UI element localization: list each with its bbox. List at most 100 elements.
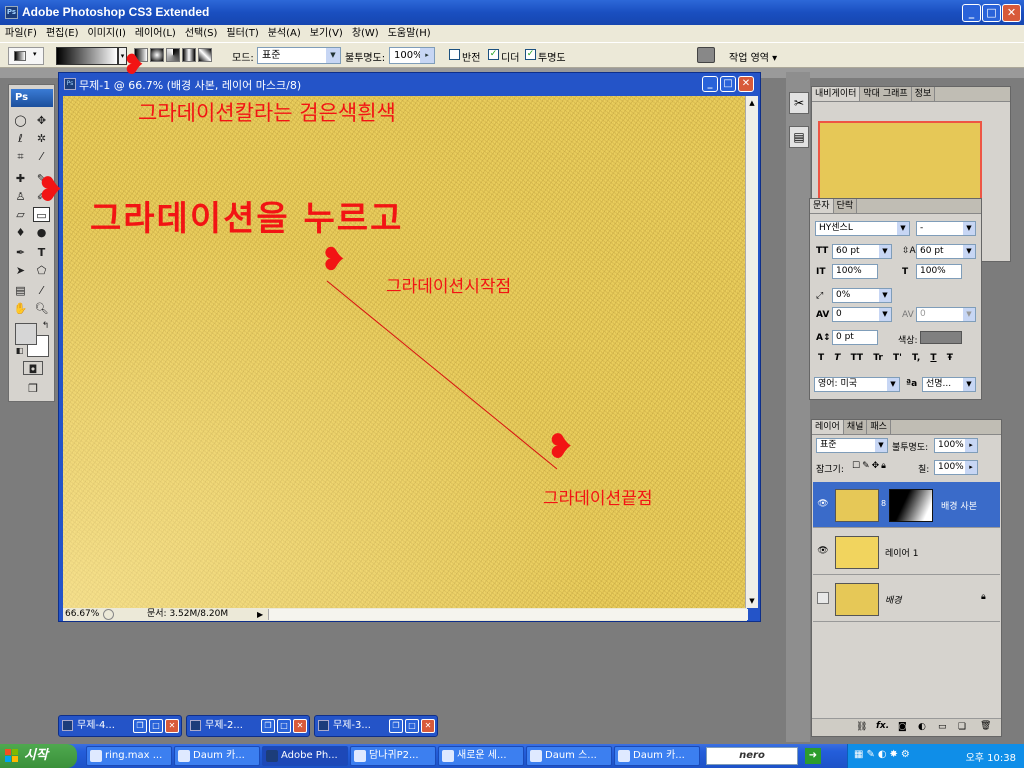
brushes-icon[interactable]: ▤ bbox=[789, 126, 809, 148]
superscript-button[interactable]: T' bbox=[893, 353, 902, 363]
horizontal-scale-field[interactable]: 100% bbox=[916, 264, 962, 279]
pen-tool-icon[interactable]: ✒ bbox=[12, 245, 29, 260]
close-button[interactable]: ✕ bbox=[1002, 4, 1021, 22]
status-menu-icon[interactable] bbox=[103, 609, 114, 620]
font-size-field[interactable]: 60 pt ▼ bbox=[832, 244, 892, 259]
layer-opacity-field[interactable]: 100% ▸ bbox=[934, 438, 978, 453]
mask-icon[interactable]: ◙ bbox=[898, 722, 907, 732]
mode-select[interactable]: 표준 ▼ bbox=[257, 47, 341, 64]
palette-well-icon[interactable] bbox=[697, 47, 715, 63]
blur-tool-icon[interactable]: ♦ bbox=[12, 225, 29, 240]
fx-icon[interactable]: fx. bbox=[876, 721, 889, 731]
type-style-buttons[interactable]: T T TT Tr T' T, T Ŧ bbox=[818, 353, 953, 363]
menu-filter[interactable]: 필터(T) bbox=[221, 25, 262, 41]
menu-help[interactable]: 도움말(H) bbox=[383, 25, 435, 41]
hand-tool-icon[interactable]: ✋ bbox=[12, 301, 29, 316]
foreground-color-swatch[interactable] bbox=[15, 323, 37, 345]
go-arrow-icon[interactable]: ➜ bbox=[805, 748, 821, 764]
magic-wand-icon[interactable]: ✲ bbox=[33, 131, 50, 146]
dither-checkbox[interactable]: ✓ bbox=[488, 49, 499, 60]
tracking-field[interactable]: 0% ▼ bbox=[832, 288, 892, 303]
visibility-toggle[interactable] bbox=[817, 592, 829, 604]
photoshop-logo[interactable]: Ps bbox=[11, 89, 53, 107]
healing-brush-icon[interactable]: ✚ bbox=[12, 171, 29, 186]
dodge-tool-icon[interactable]: ● bbox=[33, 225, 50, 240]
adjustment-icon[interactable]: ◐ bbox=[918, 722, 926, 732]
opacity-field[interactable]: 100% ▸ bbox=[389, 47, 435, 64]
tab-character[interactable]: 문자 bbox=[810, 199, 834, 213]
tab-histogram[interactable]: 막대 그래프 bbox=[860, 87, 912, 101]
maximize-icon[interactable]: □ bbox=[277, 719, 291, 733]
maximize-icon[interactable]: □ bbox=[149, 719, 163, 733]
doc-minimize-button[interactable]: _ bbox=[702, 76, 718, 92]
menu-image[interactable]: 이미지(I) bbox=[83, 25, 130, 41]
eyedropper2-icon[interactable]: ⁄ bbox=[33, 283, 50, 298]
lock-icons[interactable]: ☐✎✥🔒︎ bbox=[852, 461, 888, 471]
tab-navigator[interactable]: 내비게이터 bbox=[812, 87, 861, 101]
tab-paths[interactable]: 패스 bbox=[867, 420, 891, 434]
kerning-metric-field[interactable]: 0 ▼ bbox=[916, 307, 976, 322]
menu-analysis[interactable]: 분석(A) bbox=[263, 25, 305, 41]
layer-mask-thumbnail[interactable] bbox=[889, 489, 933, 522]
minimized-document[interactable]: 무제-4... ❐ □ ✕ bbox=[58, 715, 182, 737]
gradient-picker[interactable] bbox=[56, 47, 118, 65]
zoom-tool-icon[interactable]: 🔍︎ bbox=[33, 301, 50, 316]
quick-mask-icon[interactable]: ◘ bbox=[23, 361, 43, 376]
marquee-tool-icon[interactable]: ◯ bbox=[12, 113, 29, 128]
subscript-button[interactable]: T, bbox=[912, 353, 920, 363]
nero-search-box[interactable]: nero bbox=[706, 747, 798, 765]
minimized-document[interactable]: 무제-2... ❐ □ ✕ bbox=[186, 715, 310, 737]
underline-button[interactable]: T bbox=[930, 353, 936, 363]
start-button[interactable]: 시작 bbox=[0, 744, 77, 768]
baseline-shift-field[interactable]: 0 pt bbox=[832, 330, 878, 345]
menu-view[interactable]: 보기(V) bbox=[305, 25, 347, 41]
restore-icon[interactable]: ❐ bbox=[133, 719, 147, 733]
taskbar-item[interactable]: Daum 카... bbox=[174, 746, 260, 766]
font-style-select[interactable]: - ▼ bbox=[916, 221, 976, 236]
doc-maximize-button[interactable]: □ bbox=[720, 76, 736, 92]
taskbar-item[interactable]: 새로운 세... bbox=[438, 746, 524, 766]
menu-window[interactable]: 창(W) bbox=[347, 25, 383, 41]
tab-layers[interactable]: 레이어 bbox=[812, 420, 844, 434]
minimize-button[interactable]: _ bbox=[962, 4, 981, 22]
eraser-tool-icon[interactable]: ▱ bbox=[12, 207, 29, 222]
move-tool-icon[interactable]: ✥ bbox=[33, 113, 50, 128]
vertical-scrollbar[interactable]: ▲ ▼ bbox=[745, 96, 758, 608]
vertical-scale-field[interactable]: 100% bbox=[832, 264, 878, 279]
close-icon[interactable]: ✕ bbox=[421, 719, 435, 733]
maximize-icon[interactable]: □ bbox=[405, 719, 419, 733]
eyedropper-tool-icon[interactable]: ⁄ bbox=[33, 149, 50, 164]
fill-field[interactable]: 100% ▸ bbox=[934, 460, 978, 475]
angle-gradient-button[interactable] bbox=[166, 48, 180, 62]
lasso-tool-icon[interactable]: ℓ bbox=[12, 131, 29, 146]
eye-icon[interactable]: 👁︎ bbox=[817, 498, 829, 510]
layer-row[interactable]: 배경 🔒︎ bbox=[813, 576, 1000, 622]
restore-icon[interactable]: ❐ bbox=[261, 719, 275, 733]
layer-row[interactable]: 👁︎ 레이어 1 bbox=[813, 529, 1000, 575]
taskbar-item[interactable]: Adobe Ph... bbox=[262, 746, 348, 766]
menu-edit[interactable]: 편집(E) bbox=[41, 25, 83, 41]
shape-tool-icon[interactable]: ⬠ bbox=[33, 263, 50, 278]
layer-row[interactable]: 👁︎ 8 배경 사본 bbox=[813, 482, 1000, 528]
notes-tool-icon[interactable]: ▤ bbox=[12, 283, 29, 298]
all-caps-button[interactable]: TT bbox=[851, 353, 864, 363]
faux-italic-button[interactable]: T bbox=[834, 353, 840, 363]
tab-channels[interactable]: 채널 bbox=[843, 420, 868, 434]
text-color-swatch[interactable] bbox=[920, 331, 962, 344]
menu-file[interactable]: 파일(F) bbox=[0, 25, 41, 41]
chain-link-icon[interactable]: 8 bbox=[881, 499, 886, 508]
default-colors-icon[interactable]: ◧ bbox=[11, 343, 28, 358]
taskbar-item[interactable]: ring.max ... bbox=[86, 746, 172, 766]
trash-icon[interactable]: 🗑︎ bbox=[980, 721, 991, 731]
image-canvas[interactable] bbox=[63, 96, 747, 608]
maximize-button[interactable]: □ bbox=[982, 4, 1001, 22]
menu-select[interactable]: 선택(S) bbox=[180, 25, 222, 41]
horizontal-scrollbar[interactable] bbox=[268, 609, 748, 620]
taskbar-item[interactable]: 담나귀P2... bbox=[350, 746, 436, 766]
clone-stamp-icon[interactable]: ♙ bbox=[12, 189, 29, 204]
workspace-menu[interactable]: 작업 영역 ▾ bbox=[729, 49, 777, 64]
link-icon[interactable]: ⛓ bbox=[856, 722, 867, 732]
tab-info[interactable]: 정보 bbox=[911, 87, 936, 101]
tool-preset-picker[interactable]: ▾ bbox=[8, 47, 44, 65]
blend-mode-select[interactable]: 표준 ▼ bbox=[816, 438, 888, 453]
